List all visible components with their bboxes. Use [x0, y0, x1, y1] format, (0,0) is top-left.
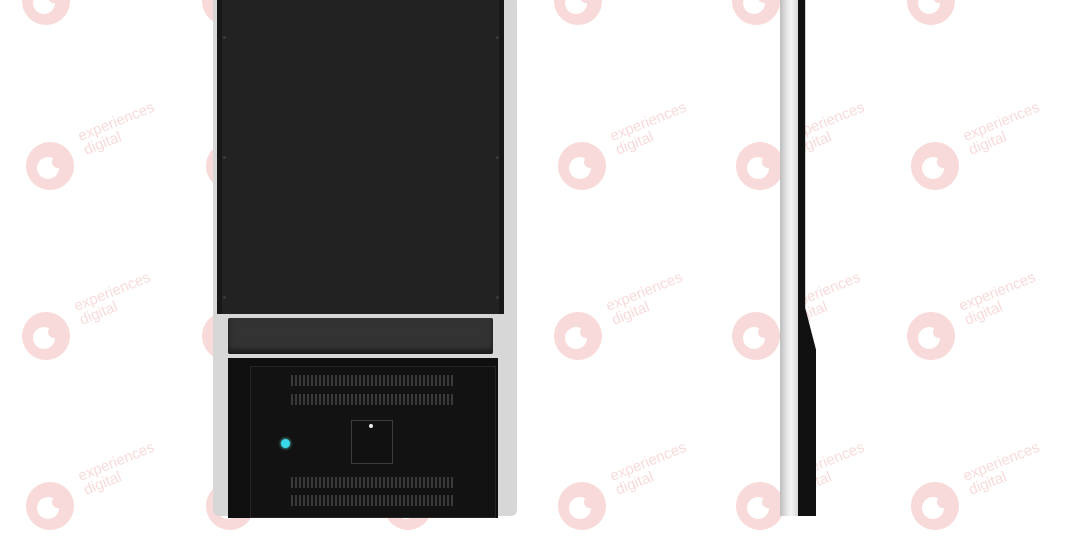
watermark: experiencesdigital — [24, 99, 174, 200]
watermark-line2: digital — [966, 128, 1009, 159]
ed-logo-icon — [26, 142, 74, 190]
watermark-line1: experiences — [956, 268, 1038, 315]
watermark-text: experiencesdigital — [607, 89, 721, 159]
kiosk-base-cabinet — [228, 358, 498, 518]
screw-dot — [223, 156, 226, 159]
vent-grille — [291, 394, 455, 405]
watermark: experiencesdigital — [20, 269, 170, 370]
vent-grille — [291, 477, 455, 488]
kiosk-side-view — [780, 0, 820, 516]
watermark-line2: digital — [77, 298, 120, 329]
watermark-text: experiencesdigital — [607, 429, 721, 499]
ed-logo-icon — [732, 312, 780, 360]
watermark-line1: experiences — [75, 438, 157, 485]
watermark-text: experiencesdigital — [960, 429, 1070, 499]
watermark-line2: digital — [613, 468, 656, 499]
ed-logo-icon — [22, 312, 70, 360]
ed-logo-icon — [907, 0, 955, 25]
watermark-text: experiencesdigital — [71, 259, 185, 329]
watermark: experiencesdigital — [556, 99, 706, 200]
watermark: experiencesdigital — [552, 0, 702, 35]
watermark-line2: digital — [81, 468, 124, 499]
watermark-line1: experiences — [71, 268, 153, 315]
access-port — [351, 420, 393, 464]
ed-logo-icon — [22, 0, 70, 25]
kiosk-side-back — [798, 0, 816, 516]
vent-grille — [291, 375, 455, 386]
watermark: experiencesdigital — [905, 269, 1055, 370]
watermark-line1: experiences — [603, 268, 685, 315]
ed-logo-icon — [736, 482, 784, 530]
product-image: experiences digital experiences digital expe… — [0, 0, 1070, 530]
ed-logo-icon — [558, 482, 606, 530]
watermark-text: experiencesdigital — [603, 259, 717, 329]
watermark-line1: experiences — [607, 98, 689, 145]
watermark: experiencesdigital — [556, 439, 706, 540]
watermark-text: experiencesdigital — [956, 259, 1070, 329]
ed-logo-icon — [732, 0, 780, 25]
ed-logo-icon — [26, 482, 74, 530]
port-indicator-dot — [369, 424, 373, 428]
ed-logo-icon — [554, 0, 602, 25]
watermark: experiencesdigital — [909, 99, 1059, 200]
kiosk-side-frame — [780, 0, 800, 516]
vent-grille — [291, 495, 455, 506]
watermark: experiencesdigital — [20, 0, 170, 35]
watermark-line1: experiences — [960, 98, 1042, 145]
watermark: experiencesdigital — [909, 439, 1059, 540]
kiosk-screen — [222, 0, 499, 314]
ed-logo-icon — [736, 142, 784, 190]
screen-bezel-right — [499, 0, 504, 314]
watermark-line2: digital — [966, 468, 1009, 499]
watermark-line1: experiences — [607, 438, 689, 485]
watermark: experiencesdigital — [905, 0, 1055, 35]
screw-dot — [223, 296, 226, 299]
ed-logo-icon — [911, 142, 959, 190]
watermark-line2: digital — [81, 128, 124, 159]
watermark-line1: experiences — [75, 98, 157, 145]
watermark-text: experiencesdigital — [75, 429, 189, 499]
ed-logo-icon — [554, 312, 602, 360]
screw-dot — [496, 156, 499, 159]
watermark-line2: digital — [962, 298, 1005, 329]
watermark: experiencesdigital — [552, 269, 702, 370]
kiosk-front-view — [213, 0, 517, 518]
watermark-text: experiencesdigital — [75, 89, 189, 159]
screw-dot — [496, 296, 499, 299]
ed-logo-icon — [558, 142, 606, 190]
watermark-text: experiencesdigital — [960, 89, 1070, 159]
ed-logo-icon — [911, 482, 959, 530]
watermark-line1: experiences — [960, 438, 1042, 485]
watermark-line2: digital — [609, 298, 652, 329]
screw-dot — [223, 36, 226, 39]
kiosk-header-bar — [228, 318, 493, 354]
cabinet-panel — [250, 366, 496, 518]
ed-logo-icon — [907, 312, 955, 360]
watermark: experiencesdigital — [24, 439, 174, 540]
power-led-icon — [281, 439, 290, 448]
screw-dot — [496, 36, 499, 39]
watermark-line2: digital — [613, 128, 656, 159]
